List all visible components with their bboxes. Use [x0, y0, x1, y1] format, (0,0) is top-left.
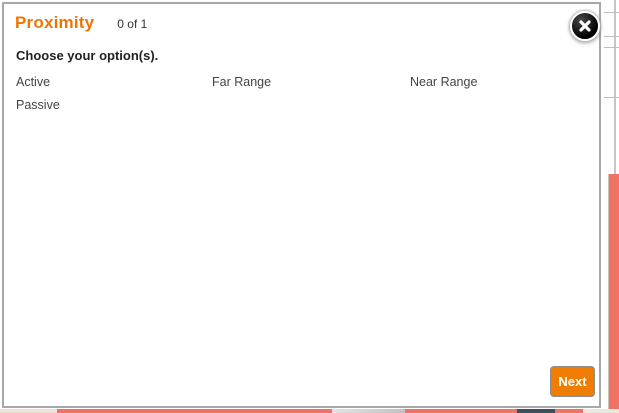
option-passive[interactable]: Passive [16, 99, 212, 112]
background-page-strip [0, 409, 619, 413]
background-strip-segment [583, 409, 619, 413]
background-field-line [604, 47, 619, 48]
close-button[interactable] [570, 11, 600, 41]
option-active[interactable]: Active [16, 76, 212, 89]
background-salmon-panel [608, 174, 619, 409]
prompt-text: Choose your option(s). [16, 48, 159, 63]
background-strip-segment [57, 409, 332, 413]
background-panel-edge [614, 0, 616, 174]
background-field-line [604, 97, 619, 98]
option-near-range[interactable]: Near Range [410, 76, 587, 89]
background-strip-segment [517, 409, 555, 413]
background-strip-segment [332, 409, 405, 413]
options-grid: Active Far Range Near Range Passive [4, 76, 599, 112]
close-icon [579, 20, 591, 32]
dialog-header: Proximity 0 of 1 [4, 4, 599, 33]
selection-counter: 0 of 1 [117, 17, 148, 31]
background-strip-segment [555, 409, 583, 413]
background-field-line [604, 36, 619, 37]
dialog-title: Proximity [15, 13, 95, 32]
background-strip-segment [0, 409, 57, 413]
proximity-dialog: Proximity 0 of 1 Choose your option(s). … [2, 2, 601, 408]
option-far-range[interactable]: Far Range [212, 76, 410, 89]
next-button[interactable]: Next [550, 366, 595, 397]
background-strip-segment [405, 409, 517, 413]
background-field-line [604, 12, 619, 13]
